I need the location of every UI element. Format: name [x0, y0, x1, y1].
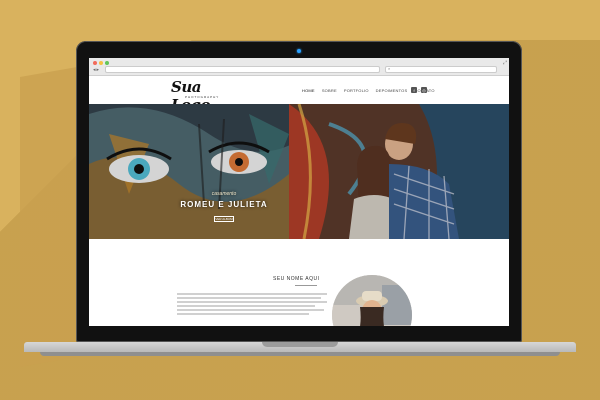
menu-item-home[interactable]: HOME: [302, 88, 315, 93]
address-bar[interactable]: [105, 66, 380, 73]
window-controls: [93, 61, 109, 65]
site-header: Sua Logo PHOTOGRAPHY HOME SOBRE PORTFOLI…: [89, 76, 509, 114]
minimize-dot[interactable]: [99, 61, 103, 65]
facebook-icon[interactable]: f: [411, 87, 417, 93]
menu-item-sobre[interactable]: SOBRE: [322, 88, 337, 93]
social-links: f ◎: [411, 87, 427, 93]
logo-subtitle: PHOTOGRAPHY: [185, 95, 220, 99]
webcam-dot: [297, 49, 301, 53]
search-icon: ⌕: [388, 66, 391, 71]
menu-item-depoimentos[interactable]: DEPOIMENTOS: [376, 88, 408, 93]
site-logo[interactable]: Sua Logo PHOTOGRAPHY: [171, 78, 241, 114]
section-title: SEU NOME AQUI: [273, 276, 320, 282]
browser-chrome: ◂▸ ⌕ ⤢: [89, 58, 509, 76]
close-dot[interactable]: [93, 61, 97, 65]
search-input[interactable]: ⌕: [385, 66, 497, 73]
hero-kicker: casamento: [211, 191, 237, 197]
hero-graffiti-photo: [89, 104, 509, 239]
view-album-button[interactable]: VER ALBUM: [214, 216, 234, 222]
expand-icon[interactable]: ⤢: [503, 60, 507, 66]
menu-item-portfolio[interactable]: PORTFOLIO: [344, 88, 369, 93]
about-paragraph: [177, 293, 327, 317]
laptop-base-shadow: [40, 352, 560, 356]
hero-banner: casamento ROMEU E JULIETA VER ALBUM: [89, 104, 509, 239]
laptop-screen: ◂▸ ⌕ ⤢ Sua Logo PHOTOGRAPHY HOME SOBRE P…: [89, 58, 509, 326]
portrait-photo: [332, 275, 412, 326]
back-forward-icons[interactable]: ◂▸: [93, 67, 100, 73]
hero-title: ROMEU E JULIETA: [180, 200, 268, 209]
laptop-notch: [262, 342, 338, 347]
about-section: SEU NOME AQUI: [89, 239, 509, 326]
instagram-icon[interactable]: ◎: [421, 87, 427, 93]
title-divider: [295, 285, 317, 286]
maximize-dot[interactable]: [105, 61, 109, 65]
